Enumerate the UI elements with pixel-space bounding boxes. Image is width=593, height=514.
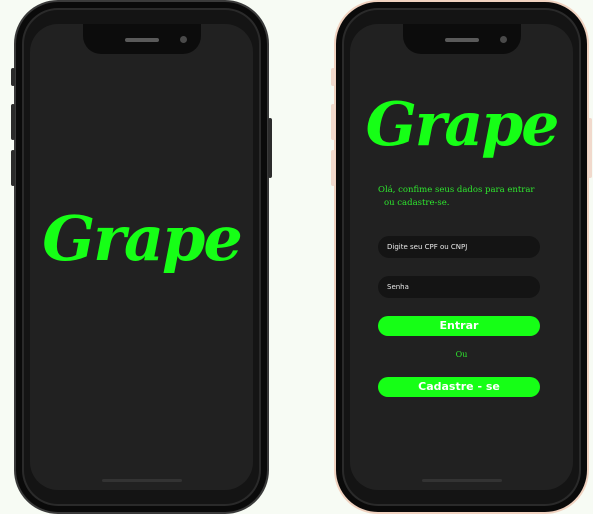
phone-login: Grape Olá, confime seus dados para entra…	[331, 0, 592, 514]
splash-screen: Grape	[30, 24, 253, 490]
welcome-message-line2: ou cadastre-se.	[384, 198, 450, 208]
app-logo: Grape	[365, 90, 560, 160]
power-button	[588, 118, 592, 178]
login-screen: Grape Olá, confime seus dados para entra…	[350, 24, 573, 490]
speaker	[444, 38, 479, 42]
phone-splash: Grape	[11, 0, 272, 514]
camera-icon	[180, 36, 187, 43]
mute-switch	[331, 68, 335, 86]
volume-down-button	[11, 150, 15, 186]
home-indicator	[421, 479, 502, 482]
volume-down-button	[331, 150, 335, 186]
welcome-message-line1: Olá, confime seus dados para entrar	[378, 185, 535, 195]
or-separator: Ou	[455, 350, 468, 359]
cpf-cnpj-input[interactable]	[378, 236, 540, 258]
speaker	[124, 38, 159, 42]
camera-icon	[500, 36, 507, 43]
login-button[interactable]: Entrar	[378, 316, 540, 336]
power-button	[268, 118, 272, 178]
volume-up-button	[11, 104, 15, 140]
home-indicator	[101, 479, 182, 482]
welcome-message: Olá, confime seus dados para entrar ou c…	[378, 184, 548, 210]
password-input[interactable]	[378, 276, 540, 298]
volume-up-button	[331, 104, 335, 140]
mute-switch	[11, 68, 15, 86]
signup-button[interactable]: Cadastre - se	[378, 377, 540, 397]
app-logo: Grape	[42, 202, 243, 275]
